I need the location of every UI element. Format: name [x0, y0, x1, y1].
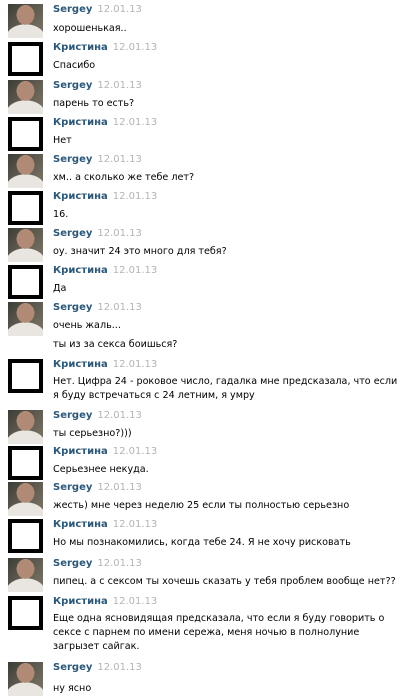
- author-name[interactable]: Sergey 12.01.13: [53, 558, 142, 569]
- avatar-kristina[interactable]: [8, 265, 43, 299]
- author-name[interactable]: Кристина 12.01.13: [53, 265, 157, 276]
- message-date: 12.01.13: [97, 558, 142, 569]
- avatar-kristina[interactable]: [8, 42, 43, 76]
- message-date: 12.01.13: [112, 446, 158, 457]
- message-date: 12.01.13: [97, 4, 142, 15]
- avatar-sergey[interactable]: [8, 558, 43, 592]
- message-date: 12.01.13: [97, 410, 142, 421]
- message-text: 16.: [53, 209, 69, 220]
- message-text: оу. значит 24 это много для тебя?: [53, 246, 227, 257]
- avatar-sergey[interactable]: [8, 410, 43, 444]
- message-date: 12.01.13: [112, 42, 158, 53]
- author-name[interactable]: Sergey 12.01.13: [53, 302, 142, 313]
- avatar-kristina[interactable]: [8, 191, 43, 225]
- avatar-kristina[interactable]: [8, 446, 43, 480]
- message-date: 12.01.13: [97, 228, 142, 239]
- author-name[interactable]: Sergey 12.01.13: [53, 154, 142, 165]
- author-name[interactable]: Sergey 12.01.13: [53, 410, 142, 421]
- message-text: очень жаль...: [53, 320, 121, 331]
- message-date: 12.01.13: [97, 302, 142, 313]
- avatar-sergey[interactable]: [8, 302, 43, 336]
- message-date: 12.01.13: [97, 80, 142, 91]
- avatar-sergey[interactable]: [8, 4, 43, 38]
- avatar-kristina[interactable]: [8, 596, 43, 630]
- avatar-sergey[interactable]: [8, 482, 43, 516]
- message-text: Серьезнее некуда.: [53, 464, 149, 475]
- message-text: Но мы познакомились, когда тебе 24. Я не…: [53, 537, 351, 548]
- author-name[interactable]: Кристина 12.01.13: [53, 359, 157, 370]
- message-text: ну ясно: [53, 683, 92, 694]
- author-name[interactable]: Sergey 12.01.13: [53, 80, 142, 91]
- avatar-sergey[interactable]: [8, 80, 43, 114]
- message-text: Нет: [53, 135, 72, 146]
- author-name[interactable]: Кристина 12.01.13: [53, 446, 157, 457]
- message-date: 12.01.13: [112, 359, 158, 370]
- avatar-kristina[interactable]: [8, 117, 43, 151]
- author-name[interactable]: Sergey 12.01.13: [53, 4, 142, 15]
- author-name[interactable]: Кристина 12.01.13: [53, 519, 157, 530]
- avatar-kristina[interactable]: [8, 519, 43, 553]
- message-text: Спасибо: [53, 60, 96, 71]
- message-date: 12.01.13: [97, 154, 142, 165]
- message-text: Нет. Цифра 24 - роковое число, гадалка м…: [53, 376, 398, 401]
- message-text: Еще одна ясновидящая предсказала, что ес…: [53, 613, 385, 652]
- message-text: ты из за секса боишься?: [53, 339, 178, 350]
- message-text: хм.. а сколько же тебе лет?: [53, 172, 195, 183]
- avatar-kristina[interactable]: [8, 359, 43, 393]
- avatar-sergey[interactable]: [8, 228, 43, 262]
- author-name[interactable]: Кристина 12.01.13: [53, 42, 157, 53]
- message-date: 12.01.13: [112, 117, 158, 128]
- author-name[interactable]: Кристина 12.01.13: [53, 596, 157, 607]
- message-date: 12.01.13: [97, 482, 142, 493]
- message-text: пипец. а с сексом ты хочешь сказать у те…: [53, 576, 396, 587]
- message-text: ты серьезно?))): [53, 428, 132, 439]
- author-name[interactable]: Sergey 12.01.13: [53, 228, 142, 239]
- message-date: 12.01.13: [112, 519, 158, 530]
- avatar-sergey[interactable]: [8, 154, 43, 188]
- avatar-sergey[interactable]: [8, 662, 43, 696]
- message-date: 12.01.13: [112, 191, 158, 202]
- message-date: 12.01.13: [112, 265, 158, 276]
- message-text: парень то есть?: [53, 98, 135, 109]
- message-date: 12.01.13: [97, 662, 142, 673]
- author-name[interactable]: Sergey 12.01.13: [53, 662, 142, 673]
- author-name[interactable]: Sergey 12.01.13: [53, 482, 142, 493]
- message-text: хорошенькая..: [53, 23, 127, 34]
- message-text: жесть) мне через неделю 25 если ты полно…: [53, 500, 350, 511]
- message-date: 12.01.13: [112, 596, 158, 607]
- message-text: Да: [53, 283, 67, 294]
- author-name[interactable]: Кристина 12.01.13: [53, 117, 157, 128]
- author-name[interactable]: Кристина 12.01.13: [53, 191, 157, 202]
